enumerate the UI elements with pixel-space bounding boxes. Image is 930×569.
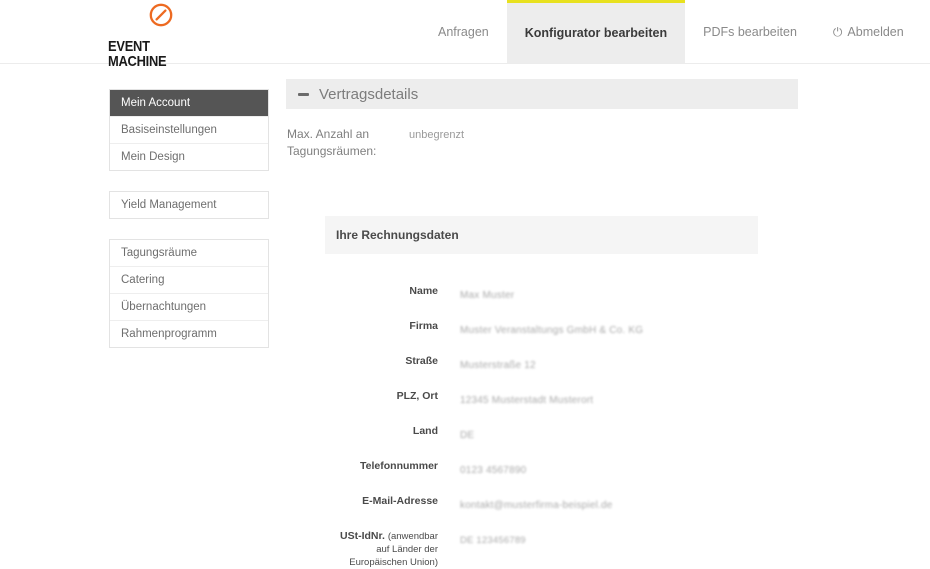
main-nav: Anfragen Konfigurator bearbeiten PDFs be…	[420, 0, 922, 63]
sidebar-item-label: Yield Management	[121, 199, 217, 211]
brand-name: EVENT MACHINE	[108, 39, 211, 69]
brand-name-line1: EVENT	[108, 38, 150, 55]
redacted-value: Musterstraße 12	[460, 360, 536, 371]
field-value-strasse: Musterstraße 12	[460, 354, 536, 373]
invoice-data-panel: Ihre Rechnungsdaten Name Max Muster Firm…	[325, 216, 758, 569]
invoice-data-header: Ihre Rechnungsdaten	[325, 216, 758, 254]
field-label-strasse: Straße	[405, 355, 438, 367]
contract-details-header[interactable]: Vertragsdetails	[286, 79, 798, 109]
field-label-ust-idnr: USt-IdNr. (anwendbar auf Länder der Euro…	[325, 529, 438, 569]
power-icon: ⏻	[832, 24, 843, 39]
sidebar-item-rahmenprogramm[interactable]: Rahmenprogramm	[110, 321, 268, 347]
field-label-land: Land	[412, 425, 438, 437]
sidebar-item-basiseinstellungen[interactable]: Basiseinstellungen	[110, 117, 268, 144]
redacted-value: DE 123456789	[460, 535, 526, 546]
field-value-ust-idnr: DE 123456789	[460, 529, 526, 548]
nav-item-abmelden[interactable]: ⏻ Abmelden	[815, 0, 922, 63]
form-row-plz-ort: PLZ, Ort 12345 Musterstadt Musterort	[325, 389, 758, 408]
field-label-name: Name	[409, 285, 438, 297]
minus-icon[interactable]	[298, 92, 309, 96]
brand-name-line2: MACHINE	[108, 53, 167, 70]
nav-item-label: Konfigurator bearbeiten	[524, 26, 668, 40]
field-value-plz-ort: 12345 Musterstadt Musterort	[460, 389, 593, 408]
sidebar-item-label: Basiseinstellungen	[121, 124, 217, 136]
brand-logo[interactable]: EVENT MACHINE	[108, 0, 228, 69]
nav-item-anfragen[interactable]: Anfragen	[420, 0, 507, 63]
field-value-telefonnummer: 0123 4567890	[460, 459, 526, 478]
field-label-email-adresse: E-Mail-Adresse	[362, 495, 438, 507]
redacted-value: kontakt@musterfirma-beispiel.de	[460, 500, 613, 511]
invoice-data-form: Name Max Muster Firma Muster Veranstaltu…	[325, 254, 758, 569]
form-row-email-adresse: E-Mail-Adresse kontakt@musterfirma-beisp…	[325, 494, 758, 513]
sidebar-item-mein-design[interactable]: Mein Design	[110, 144, 268, 170]
field-value-email-adresse: kontakt@musterfirma-beispiel.de	[460, 494, 613, 513]
field-label-firma: Firma	[409, 320, 438, 332]
sidebar-item-label: Mein Account	[121, 97, 191, 109]
contract-detail-row: Max. Anzahl an Tagungsräumen: unbegrenzt	[286, 126, 798, 160]
nav-item-konfigurator-bearbeiten[interactable]: Konfigurator bearbeiten	[506, 0, 686, 63]
contract-detail-value: unbegrenzt	[409, 129, 465, 141]
redacted-value: DE	[460, 430, 475, 441]
nav-item-pdfs-bearbeiten[interactable]: PDFs bearbeiten	[685, 0, 815, 63]
nav-item-label: Abmelden	[847, 24, 904, 39]
redacted-value: 12345 Musterstadt Musterort	[460, 395, 594, 406]
form-row-strasse: Straße Musterstraße 12	[325, 354, 758, 373]
sidebar-group-yield: Yield Management	[109, 191, 269, 219]
nav-item-label: Anfragen	[438, 24, 489, 39]
form-row-firma: Firma Muster Veranstaltungs GmbH & Co. K…	[325, 319, 758, 338]
sidebar-item-label: Catering	[121, 274, 165, 286]
sidebar-item-label: Tagungsräume	[121, 247, 198, 259]
sidebar-item-tagungsraeume[interactable]: Tagungsräume	[110, 240, 268, 267]
sidebar-item-yield-management[interactable]: Yield Management	[110, 192, 268, 218]
field-label-ust-idnr-text: USt-IdNr.	[339, 530, 385, 542]
circle-slash-logo-icon	[149, 3, 173, 27]
form-row-name: Name Max Muster	[325, 284, 758, 303]
contract-detail-label: Max. Anzahl an Tagungsräumen:	[287, 127, 377, 158]
field-label-telefonnummer: Telefonnummer	[360, 460, 438, 472]
redacted-value: Muster Veranstaltungs GmbH & Co. KG	[460, 325, 644, 336]
redacted-value: 0123 4567890	[460, 465, 527, 476]
sidebar-item-uebernachtungen[interactable]: Übernachtungen	[110, 294, 268, 321]
sidebar-item-label: Übernachtungen	[121, 301, 207, 313]
sidebar-item-label: Mein Design	[121, 151, 185, 163]
field-label-plz-ort: PLZ, Ort	[396, 390, 438, 402]
nav-item-label: PDFs bearbeiten	[703, 24, 797, 39]
form-row-telefonnummer: Telefonnummer 0123 4567890	[325, 459, 758, 478]
site-header: EVENT MACHINE Anfragen Konfigurator bear…	[0, 0, 930, 69]
invoice-data-title: Ihre Rechnungsdaten	[336, 228, 459, 242]
contract-details-panel: Vertragsdetails Max. Anzahl an Tagungsrä…	[286, 79, 798, 160]
redacted-value: Max Muster	[460, 290, 515, 301]
sidebar-item-mein-account[interactable]: Mein Account	[110, 90, 268, 117]
sidebar-item-catering[interactable]: Catering	[110, 267, 268, 294]
page-title: Vertragsdetails	[319, 85, 419, 103]
sidebar-group-module: Tagungsräume Catering Übernachtungen Rah…	[109, 239, 269, 348]
sidebar-item-label: Rahmenprogramm	[121, 328, 217, 340]
sidebar: Mein Account Basiseinstellungen Mein Des…	[109, 89, 269, 368]
form-row-ust-idnr: USt-IdNr. (anwendbar auf Länder der Euro…	[325, 529, 758, 569]
field-value-firma: Muster Veranstaltungs GmbH & Co. KG	[460, 319, 643, 338]
field-value-land: DE	[460, 424, 474, 443]
sidebar-group-account: Mein Account Basiseinstellungen Mein Des…	[109, 89, 269, 171]
field-value-name: Max Muster	[460, 284, 514, 303]
form-row-land: Land DE	[325, 424, 758, 443]
